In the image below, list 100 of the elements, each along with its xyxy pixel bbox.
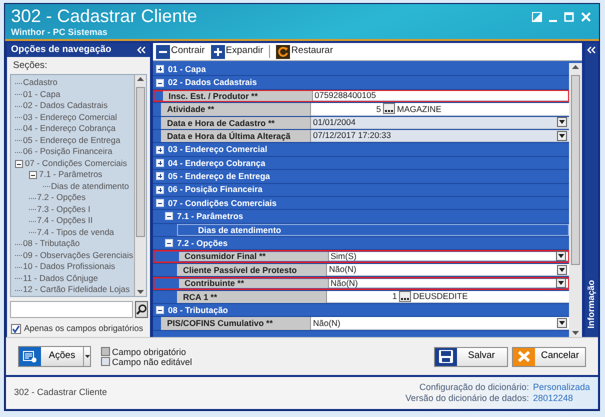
collapse-icon[interactable] (15, 160, 23, 168)
legend-label: Campo obrigatório (112, 346, 186, 356)
panel-title: Opções de navegação (11, 42, 112, 57)
scroll-up-icon[interactable] (572, 65, 579, 69)
section-header[interactable]: 7.1 - Parâmetros (177, 212, 244, 221)
tree-item[interactable]: 7.2 - Opções (37, 192, 86, 204)
scroll-down-icon[interactable] (572, 331, 579, 335)
collapse-button[interactable]: Contrair (156, 44, 205, 59)
caret-icon (559, 268, 565, 272)
tree-item[interactable]: 06 - Posição Financeira (23, 146, 112, 158)
group-label: Dias de atendimento (177, 224, 569, 236)
section-header[interactable]: 07 - Condições Comerciais (168, 198, 277, 208)
description-text: DEUSDEDITE (413, 292, 468, 301)
field-label: Consumidor Final ** (178, 252, 328, 262)
tree-item[interactable]: 07 - Condições Comerciais (25, 158, 128, 170)
tree-item[interactable]: 03 - Endereço Comercial (23, 112, 118, 124)
section-header[interactable]: 04 - Endereço Cobrança (168, 158, 266, 168)
expand-icon[interactable] (156, 65, 164, 74)
save-button[interactable]: Salvar (434, 346, 508, 366)
legend-swatch (101, 346, 110, 356)
section-header[interactable]: 7.2 - Opções (177, 239, 228, 248)
info-value: Personalizada (532, 382, 590, 393)
info-value: 28012248 (532, 393, 574, 404)
collapse-icon[interactable] (29, 171, 37, 179)
info-label: Configuração do dicionário: (418, 382, 529, 393)
tree-item[interactable]: Dias de atendimento (51, 180, 129, 192)
field-label: Contribuinte ** (178, 278, 328, 288)
field-label: Data e Hora de Cadastro ** (161, 116, 311, 129)
scroll-down-icon[interactable] (137, 290, 144, 294)
dots-icon (385, 110, 393, 112)
section-header[interactable]: 05 - Endereço de Entrega (168, 172, 270, 181)
dropdown-field[interactable]: 01/01/2004 (311, 116, 569, 129)
expand-icon[interactable] (156, 172, 164, 180)
dropdown-field[interactable]: Não(N) (311, 317, 569, 330)
collapse-panel-icon[interactable] (137, 46, 146, 54)
resize-icon[interactable] (532, 12, 542, 22)
tree-item[interactable]: 05 - Endereço de Entrega (23, 134, 120, 146)
field-label: Atividade ** (161, 103, 311, 116)
section-header[interactable]: 06 - Posição Financeira (168, 185, 262, 194)
dropdown-field[interactable]: Sim(S) (328, 252, 568, 262)
section-header[interactable]: 03 - Endereço Comercial (168, 145, 268, 154)
expand-icon[interactable] (156, 186, 164, 194)
close-icon (516, 349, 532, 364)
dropdown-field[interactable]: Não(N) (327, 264, 569, 276)
section-header[interactable]: 02 - Dados Cadastrais (168, 78, 257, 87)
dots-icon (401, 298, 409, 300)
tree-item[interactable]: 08 - Tributação (23, 238, 80, 250)
section-header[interactable]: 01 - Capa (168, 64, 206, 74)
status-text: 302 - Cadastrar Cliente (14, 386, 108, 400)
tree-item[interactable]: 01 - Capa (23, 88, 60, 100)
expand-panel-icon[interactable] (587, 46, 596, 54)
section-header[interactable]: 08 - Tributação (168, 306, 228, 314)
close-icon[interactable] (581, 12, 591, 22)
dropdown-field[interactable]: Não(N) (328, 278, 568, 288)
ellipsis-button[interactable] (399, 290, 411, 302)
checkbox[interactable] (11, 324, 21, 334)
legend-swatch (101, 356, 110, 366)
list-gear-icon (23, 350, 37, 362)
expand-button[interactable]: Expandir (210, 44, 264, 59)
legend-label: Campo não editável (112, 356, 192, 366)
maximize-icon[interactable] (564, 12, 574, 22)
search-button[interactable] (135, 301, 148, 318)
tree-item[interactable]: Cadastro (23, 77, 58, 89)
sections-label: Seções: (12, 59, 48, 73)
tree-item[interactable]: 09 - Observações Gerenciais (23, 250, 134, 262)
cancel-button[interactable]: Cancelar (512, 346, 586, 366)
dropdown-field[interactable]: 07/12/2017 17:20:33 (311, 130, 569, 142)
ellipsis-button[interactable] (383, 103, 395, 114)
search-field[interactable] (10, 301, 133, 318)
scrollbar[interactable] (134, 75, 146, 296)
tree-item[interactable]: 12 - Cartão Fidelidade Lojas (23, 284, 130, 296)
expand-icon[interactable] (156, 158, 164, 167)
field-label: Insc. Est. / Produtor ** (162, 91, 312, 101)
scrollbar[interactable] (569, 63, 582, 337)
code-field[interactable]: 5 (313, 104, 381, 114)
scroll-up-icon[interactable] (137, 77, 144, 82)
info-label: Versão do dicionário de dados: (405, 393, 529, 404)
caret-icon (559, 120, 565, 124)
tree-item[interactable]: 7.3 - Opções I (37, 204, 90, 216)
tree-item[interactable]: 7.1 - Parâmetros (39, 169, 102, 181)
restore-button[interactable]: Restaurar (276, 44, 334, 59)
tree-item[interactable]: 7.4 - Tipos de venda (37, 226, 114, 238)
window-title: 302 - Cadastrar Cliente (11, 6, 198, 26)
tree-item[interactable]: 04 - Endereço Cobrança (23, 123, 116, 135)
tree-item[interactable]: 02 - Dados Cadastrais (23, 100, 108, 112)
checkbox-label: Apenas os campos obrigatórios (24, 322, 144, 335)
field-label: PIS/COFINS Cumulativo ** (161, 317, 311, 330)
tree-item[interactable]: 11 - Dados Cônjuge (23, 272, 98, 284)
save-icon (438, 349, 454, 364)
window-subtitle: Winthor - PC Sistemas (11, 26, 108, 36)
actions-button[interactable]: Ações (18, 346, 91, 367)
caret-icon (84, 355, 90, 358)
tree-item[interactable]: 7.4 - Opções II (37, 215, 93, 227)
text-field[interactable]: 0759288400105 (312, 91, 568, 101)
tree-item[interactable]: 10 - Dados Profissionais (23, 261, 116, 273)
refresh-icon (276, 44, 290, 58)
code-field[interactable]: 1 (329, 292, 397, 301)
side-panel-tab[interactable]: Informação (585, 43, 598, 337)
expand-icon[interactable] (156, 146, 164, 154)
side-panel-title: Informação (584, 280, 597, 329)
